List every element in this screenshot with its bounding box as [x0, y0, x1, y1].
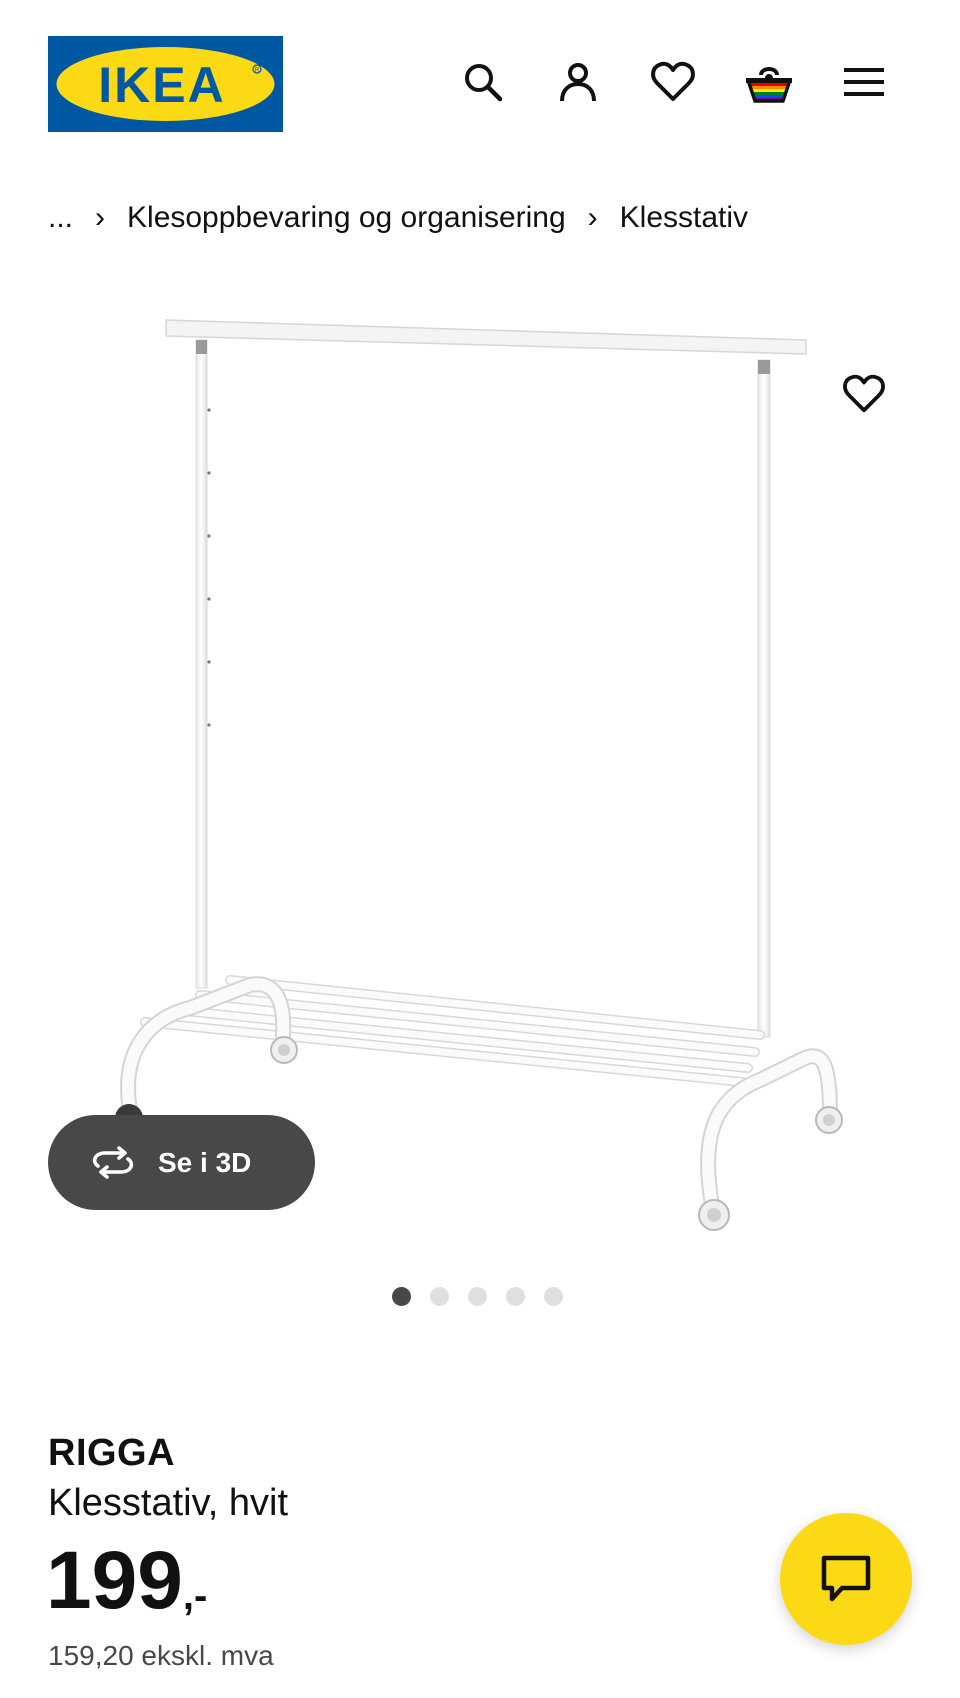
price-excl-vat: 159,20 ekskl. mva — [48, 1640, 274, 1671]
clothes-rack-illustration — [115, 319, 843, 1231]
logo-text: IKEA — [98, 57, 225, 113]
chat-icon — [821, 1555, 871, 1602]
add-to-favourites-button[interactable] — [836, 366, 892, 422]
heart-icon — [843, 374, 885, 413]
carousel-dot-4[interactable] — [506, 1286, 525, 1306]
price-suffix: ,- — [182, 1574, 208, 1618]
account-icon[interactable] — [550, 54, 606, 110]
product-price: 199 ,- — [46, 1540, 207, 1622]
image-carousel-dots — [392, 1285, 582, 1307]
site-header: IKEA R — [0, 0, 960, 170]
svg-text:R: R — [255, 68, 260, 74]
carousel-dot-3[interactable] — [468, 1286, 487, 1306]
heart-icon[interactable] — [645, 54, 701, 110]
breadcrumb-item-clothes-storage[interactable]: Klesoppbevaring og organisering — [127, 201, 566, 235]
basket-icon[interactable] — [741, 54, 797, 110]
breadcrumb-item-clothes-rack[interactable]: Klesstativ — [620, 201, 748, 235]
carousel-dot-2[interactable] — [430, 1286, 449, 1306]
breadcrumb-ellipsis[interactable]: ... — [48, 201, 73, 235]
product-image[interactable] — [0, 280, 960, 1260]
carousel-dot-5[interactable] — [544, 1286, 563, 1306]
view-in-3d-button[interactable]: Se i 3D — [48, 1115, 315, 1210]
breadcrumb: ... › Klesoppbevaring og organisering › … — [48, 198, 748, 238]
menu-icon[interactable] — [836, 54, 892, 110]
breadcrumb-separator: › — [587, 201, 598, 234]
product-description: Klesstativ, hvit — [48, 1482, 289, 1524]
carousel-dot-1[interactable] — [392, 1286, 411, 1306]
search-icon[interactable] — [455, 54, 511, 110]
view-in-3d-label: Se i 3D — [158, 1146, 252, 1178]
ikea-logo[interactable]: IKEA R — [48, 36, 283, 132]
breadcrumb-separator: › — [95, 201, 106, 234]
product-name: RIGGA — [48, 1432, 176, 1474]
chat-button[interactable] — [780, 1513, 912, 1645]
ikea-logo-graphic: IKEA R — [48, 36, 283, 132]
price-main: 199 — [46, 1535, 183, 1626]
rotate-3d-icon — [92, 1145, 134, 1179]
